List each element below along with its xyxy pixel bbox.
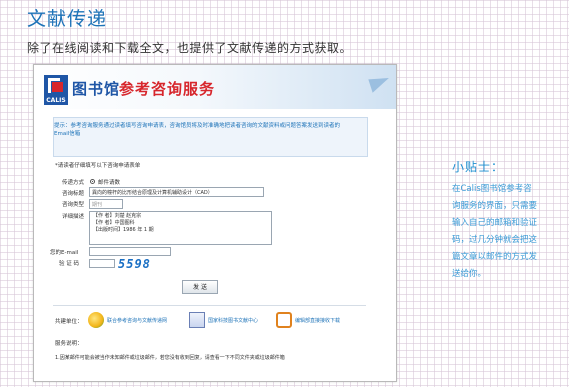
desc-textarea[interactable]: 【作 者】刘楚 赵克宗 【作 者】中国图科 【出版时间】1986 年 1 期 xyxy=(89,211,272,245)
partner-link-3[interactable]: 编辑部直接接收下载 xyxy=(295,317,340,324)
tip-body: 在Calis图书馆参考咨 询服务的界面，只需要 输入自己的邮箱和验证 码，过几分… xyxy=(452,181,562,283)
partner-link-2[interactable]: 国家科技图书文献中心 xyxy=(208,317,258,324)
logo-red-block xyxy=(52,82,63,92)
tip-line: 在Calis图书馆参考咨 xyxy=(452,184,532,194)
help-label: 服务说明： xyxy=(55,341,83,347)
logo-text: CALIS xyxy=(46,97,66,104)
tip-line: 输入自己的邮箱和验证 xyxy=(452,218,538,228)
nstl-icon[interactable] xyxy=(189,312,205,328)
title-label: 咨询标题 xyxy=(61,191,84,197)
calis-logo: CALIS xyxy=(44,75,68,105)
code-label: 验 证 码 xyxy=(59,261,79,267)
header-library-label: 图书馆 xyxy=(72,80,121,98)
tip-line: 询服务的界面，只需要 xyxy=(452,201,538,211)
tip-line: 送给你。 xyxy=(452,269,487,279)
email-label: 您的E-mail xyxy=(50,250,79,256)
adobe-icon[interactable] xyxy=(276,312,292,328)
page-title: 文献传递 xyxy=(27,8,108,30)
captcha-image: 5598 xyxy=(118,257,151,271)
method-option: 邮件请数 xyxy=(98,180,121,186)
email-field[interactable] xyxy=(89,247,171,256)
code-field[interactable] xyxy=(89,259,115,268)
method-label: 传递方式 xyxy=(61,180,84,186)
paper-plane-icon xyxy=(368,73,392,93)
desc-line: 【出版时间】1986 年 1 期 xyxy=(93,227,154,233)
globe-icon[interactable] xyxy=(88,312,104,328)
type-select-value: 期刊 xyxy=(92,202,103,208)
type-label: 咨询类型 xyxy=(61,202,84,208)
intro-text: 除了在线阅读和下载全文，也提供了文献传递的方式获取。 xyxy=(27,41,353,55)
reference-service-screenshot: CALIS 图书馆 参考咨询服务 提示：参考咨询服务通过读者填写咨询申请表，咨询… xyxy=(33,64,397,382)
tip-title: 小贴士： xyxy=(452,160,505,174)
service-header: CALIS 图书馆 参考咨询服务 xyxy=(34,65,396,109)
tip-line: 码，过几分钟就会把这 xyxy=(452,235,538,245)
method-radio[interactable] xyxy=(90,179,95,184)
partners-label: 共建单位： xyxy=(55,319,83,325)
desc-line: 【作 者】中国图科 xyxy=(93,220,135,226)
desc-label: 详细描述 xyxy=(61,214,84,220)
desc-line: 【作 者】刘楚 赵克宗 xyxy=(93,213,142,219)
required-note: *请读者仔细填写以下咨询申请表单 xyxy=(55,163,141,169)
type-select[interactable]: 期刊 xyxy=(89,199,123,209)
tip-line: 篇文章以邮件的方式发 xyxy=(452,252,538,262)
help-text: 1.因某邮件可能会被当作未知邮件或垃圾邮件，若您没有收到回复，请查看一下不同文件… xyxy=(55,355,285,361)
title-field[interactable]: 異向的幢杆的比形结合原理及计算机辅助设计（CAD） xyxy=(89,187,264,197)
header-service-label: 参考咨询服务 xyxy=(119,80,216,98)
send-button[interactable]: 发 送 xyxy=(182,280,218,294)
partner-link-1[interactable]: 联合参考咨询与文献传递网 xyxy=(107,317,167,324)
divider xyxy=(53,305,366,306)
notice-text: 提示：参考咨询服务通过读者填写咨询申请表，咨询馆员将及时准确地把读者咨询的文献资… xyxy=(54,123,341,137)
